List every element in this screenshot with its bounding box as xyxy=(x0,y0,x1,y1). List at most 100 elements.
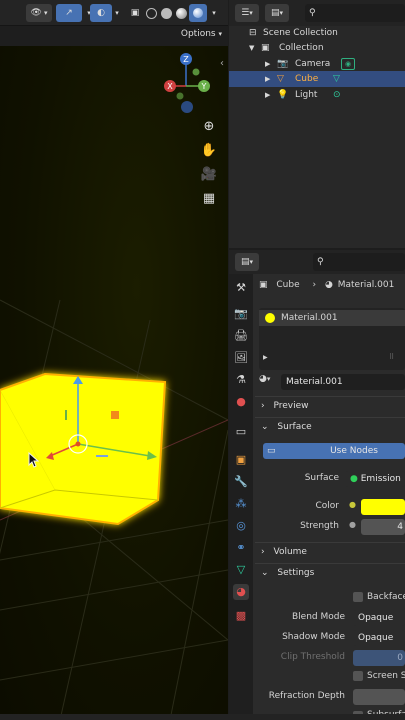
camera-data-icon[interactable]: ◉ xyxy=(341,58,355,70)
surface-section-header[interactable]: ⌄ Surface xyxy=(255,417,405,437)
outliner-search-input[interactable]: ⚲ xyxy=(305,4,405,22)
shading-dropdown[interactable]: ▾ xyxy=(208,4,220,22)
material-tab-icon[interactable]: ◕ xyxy=(233,584,249,600)
breadcrumb-object[interactable]: Cube xyxy=(276,280,299,290)
collection-tab-icon[interactable]: ▭ xyxy=(233,424,249,440)
camera-object-icon: 📷 xyxy=(277,59,289,69)
volume-section-header[interactable]: › Volume xyxy=(255,542,405,562)
material-slot-row[interactable]: Material.001 xyxy=(259,310,405,326)
use-nodes-button[interactable]: ▭ Use Nodes xyxy=(263,443,405,459)
color-socket-icon[interactable]: ● xyxy=(349,500,356,509)
overlays-dropdown[interactable]: ▾ xyxy=(112,4,122,22)
hand-pan-icon[interactable]: ✋ xyxy=(200,142,218,160)
rendered-shading-button[interactable] xyxy=(189,4,207,22)
blend-mode-dropdown[interactable]: Opaque xyxy=(353,610,405,626)
particles-tab-icon[interactable]: ⁂ xyxy=(233,496,249,512)
chevron-down-icon: ▾ xyxy=(212,9,216,17)
strength-label: Strength xyxy=(300,521,339,531)
expand-arrow-icon: ▶ xyxy=(265,91,271,99)
render-tab-icon[interactable]: 📷 xyxy=(233,306,249,322)
zoom-icon[interactable]: ⊕ xyxy=(200,118,218,136)
chevron-down-icon: ▾ xyxy=(43,9,48,17)
refraction-depth-field[interactable] xyxy=(353,689,405,705)
overlays-toggle-button[interactable]: ◐ xyxy=(90,4,112,22)
texture-tab-icon[interactable]: ▩ xyxy=(233,608,249,624)
clip-threshold-field[interactable]: 0 xyxy=(353,650,405,666)
properties-icon: ▤ xyxy=(240,257,250,267)
outliner-row-scene-collection[interactable]: ⊟ Scene Collection xyxy=(229,25,405,41)
outliner-row-camera[interactable]: ▶ 📷 Camera ◉ xyxy=(229,56,405,72)
outliner-row-collection[interactable]: ▼ ▣ Collection xyxy=(229,40,405,56)
properties-header: ▤ ▾ ⚲ xyxy=(229,250,405,274)
chevron-down-icon: ▾ xyxy=(218,30,222,38)
screen-space-refraction-checkbox[interactable] xyxy=(353,671,363,681)
backface-culling-checkbox[interactable] xyxy=(353,592,363,602)
list-resize-grip-icon[interactable]: ⠿ xyxy=(389,353,394,361)
wireframe-shading-button[interactable] xyxy=(146,8,157,19)
material-name-field[interactable]: Material.001 xyxy=(281,374,405,390)
material-preview-shading-button[interactable] xyxy=(176,8,187,19)
properties-search-input[interactable]: ⚲ xyxy=(313,253,405,271)
strength-field[interactable]: 4 xyxy=(361,519,405,535)
view-layer-tab-icon[interactable]: 🖼 xyxy=(233,350,249,366)
modifiers-tab-icon[interactable]: 🔧 xyxy=(233,474,249,490)
chevron-down-icon: ▾ xyxy=(249,258,254,266)
scene-tab-icon[interactable]: ⚗ xyxy=(233,372,249,388)
view-object-types-button[interactable]: 👁 ▾ xyxy=(26,4,52,22)
breadcrumb-material[interactable]: Material.001 xyxy=(338,280,395,290)
use-nodes-label: Use Nodes xyxy=(330,446,378,456)
options-label: Options xyxy=(180,29,216,39)
settings-section-header[interactable]: ⌄ Settings xyxy=(255,563,405,583)
light-object-icon: 💡 xyxy=(277,90,289,100)
navigation-gizmo[interactable]: Z Y X xyxy=(160,50,226,120)
light-data-icon[interactable]: ⊙ xyxy=(333,87,341,103)
outliner-row-light[interactable]: ▶ 💡 Light ⊙ xyxy=(229,87,405,103)
rendered-sphere-icon xyxy=(193,8,203,18)
object-tab-icon[interactable]: ▣ xyxy=(233,452,249,468)
constraints-tab-icon[interactable]: ⚭ xyxy=(233,540,249,556)
options-dropdown[interactable]: Options ▾ xyxy=(181,29,222,39)
properties-editor-type-button[interactable]: ▤ ▾ xyxy=(235,253,259,271)
data-tab-icon[interactable]: ▽ xyxy=(233,562,249,578)
material-small-icon: ◕ xyxy=(325,280,333,290)
surface-shader-field[interactable]: ● Emission xyxy=(345,471,405,487)
world-tab-icon[interactable]: ● xyxy=(233,394,249,410)
nodes-icon: ▭ xyxy=(267,446,276,456)
camera-view-icon[interactable]: 🎥 xyxy=(200,166,218,184)
expand-arrow-icon: ▶ xyxy=(265,60,271,68)
xray-icon: ▣ xyxy=(130,8,140,18)
outliner-header: ☰ ▾ ▤ ▾ ⚲ xyxy=(229,0,405,26)
mesh-object-small-icon: ▣ xyxy=(259,280,268,290)
mesh-data-icon[interactable]: ▽ xyxy=(333,71,340,87)
display-mode-button[interactable]: ▤ ▾ xyxy=(265,4,289,22)
surface-section-label: Surface xyxy=(277,422,312,432)
physics-tab-icon[interactable]: ◎ xyxy=(233,518,249,534)
cube-object[interactable] xyxy=(0,360,228,540)
color-swatch-field[interactable] xyxy=(361,499,405,515)
gizmo-toggle-button[interactable]: ↗ xyxy=(56,4,82,22)
chevron-left-icon[interactable]: ‹ xyxy=(220,58,224,69)
xray-toggle-button[interactable]: ▣ xyxy=(128,4,142,22)
list-expand-icon[interactable]: ▶ xyxy=(263,354,268,361)
material-slot-list[interactable]: Material.001 ▶ ⠿ xyxy=(259,308,405,370)
grid-toggle-icon[interactable]: ▦ xyxy=(200,190,218,208)
shader-socket-icon: ● xyxy=(350,474,358,484)
preview-section-header[interactable]: › Preview xyxy=(255,396,405,416)
shadow-mode-label: Shadow Mode xyxy=(282,632,345,642)
material-browse-button[interactable]: ◕▾ xyxy=(259,374,279,390)
editor-type-button[interactable]: ☰ ▾ xyxy=(235,4,259,22)
chevron-down-icon: ▾ xyxy=(249,9,253,17)
volume-section-label: Volume xyxy=(273,547,307,557)
shadow-mode-dropdown[interactable]: Opaque xyxy=(353,630,405,646)
solid-shading-button[interactable] xyxy=(161,8,172,19)
color-label: Color xyxy=(315,501,340,511)
expand-arrow-icon: ▶ xyxy=(265,75,271,83)
output-tab-icon[interactable]: 🖨 xyxy=(233,328,249,344)
strength-socket-icon[interactable]: ● xyxy=(349,520,356,529)
tool-tab-icon[interactable]: ⚒ xyxy=(233,280,249,296)
outliner-icon: ☰ xyxy=(241,8,250,18)
outliner-row-cube[interactable]: ▶ ▽ Cube ▽ xyxy=(229,71,405,87)
clip-threshold-label: Clip Threshold xyxy=(280,652,345,662)
chevron-right-icon: › xyxy=(312,280,317,290)
chevron-right-icon: › xyxy=(261,547,265,557)
